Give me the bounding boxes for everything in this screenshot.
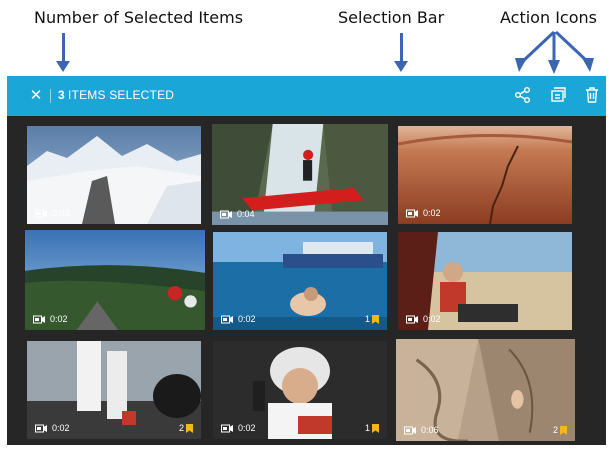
video-icon	[221, 424, 233, 432]
selected-count: 3	[58, 88, 65, 102]
tile-meta: 0:02	[221, 423, 256, 433]
video-icon	[35, 209, 47, 217]
video-duration: 0:02	[423, 208, 441, 218]
tile-meta: 0:02	[35, 423, 70, 433]
delete-icon[interactable]	[582, 85, 602, 105]
hilight-badge: 1	[365, 423, 379, 433]
hilight-badge: 2	[553, 425, 567, 435]
bar-divider	[50, 89, 51, 103]
selection-bar: ✕ 3 ITEMS SELECTED	[7, 76, 606, 116]
video-icon	[406, 209, 418, 217]
tile-meta: 0:02	[406, 314, 441, 324]
tile-meta: 0:02	[221, 314, 256, 324]
media-tile[interactable]: 0:02 1	[213, 341, 387, 439]
close-icon[interactable]: ✕	[27, 85, 45, 105]
video-duration: 0:04	[237, 209, 255, 219]
tile-meta: 0:02	[406, 208, 441, 218]
export-icon[interactable]	[548, 85, 568, 105]
video-duration: 0:02	[52, 423, 70, 433]
media-tile[interactable]: 0:03	[27, 126, 201, 224]
media-tile-selected[interactable]: 0:02	[25, 230, 205, 330]
video-icon	[33, 315, 45, 323]
hilight-tag-icon	[372, 423, 379, 433]
video-duration: 0:02	[238, 314, 256, 324]
media-tile[interactable]: 0:02	[398, 126, 572, 224]
video-icon	[404, 426, 416, 434]
hilight-tag-icon	[560, 425, 567, 435]
tile-meta: 0:04	[220, 209, 255, 219]
video-duration: 0:03	[52, 208, 70, 218]
hilight-badge: 1	[365, 314, 379, 324]
hilight-tag-icon	[372, 314, 379, 324]
video-duration: 0:02	[238, 423, 256, 433]
media-library-panel: ✕ 3 ITEMS SELECTED 0:03 0:04 0:02 0:02 0…	[7, 76, 606, 445]
media-tile-selected[interactable]: 0:06 2	[396, 339, 575, 441]
selected-label: ITEMS SELECTED	[68, 88, 175, 102]
media-tile[interactable]: 0:02 1	[213, 232, 387, 330]
video-icon	[220, 210, 232, 218]
hilight-count: 2	[178, 423, 184, 433]
media-tile[interactable]: 0:02	[398, 232, 572, 330]
tile-meta: 0:03	[35, 208, 70, 218]
video-duration: 0:06	[421, 425, 439, 435]
video-icon	[221, 315, 233, 323]
hilight-badge: 2	[179, 423, 193, 433]
hilight-count: 1	[364, 314, 370, 324]
video-icon	[406, 315, 418, 323]
hilight-tag-icon	[186, 423, 193, 433]
video-icon	[35, 424, 47, 432]
media-grid: 0:03 0:04 0:02 0:02 0:02 1 0:02 0:02 2 0…	[7, 116, 606, 445]
share-icon[interactable]	[513, 85, 533, 105]
media-tile-selected[interactable]: 0:04	[212, 124, 388, 225]
hilight-count: 2	[552, 425, 558, 435]
tile-meta: 0:06	[404, 425, 439, 435]
video-duration: 0:02	[50, 314, 68, 324]
media-tile[interactable]: 0:02 2	[27, 341, 201, 439]
video-duration: 0:02	[423, 314, 441, 324]
tile-meta: 0:02	[33, 314, 68, 324]
hilight-count: 1	[364, 423, 370, 433]
